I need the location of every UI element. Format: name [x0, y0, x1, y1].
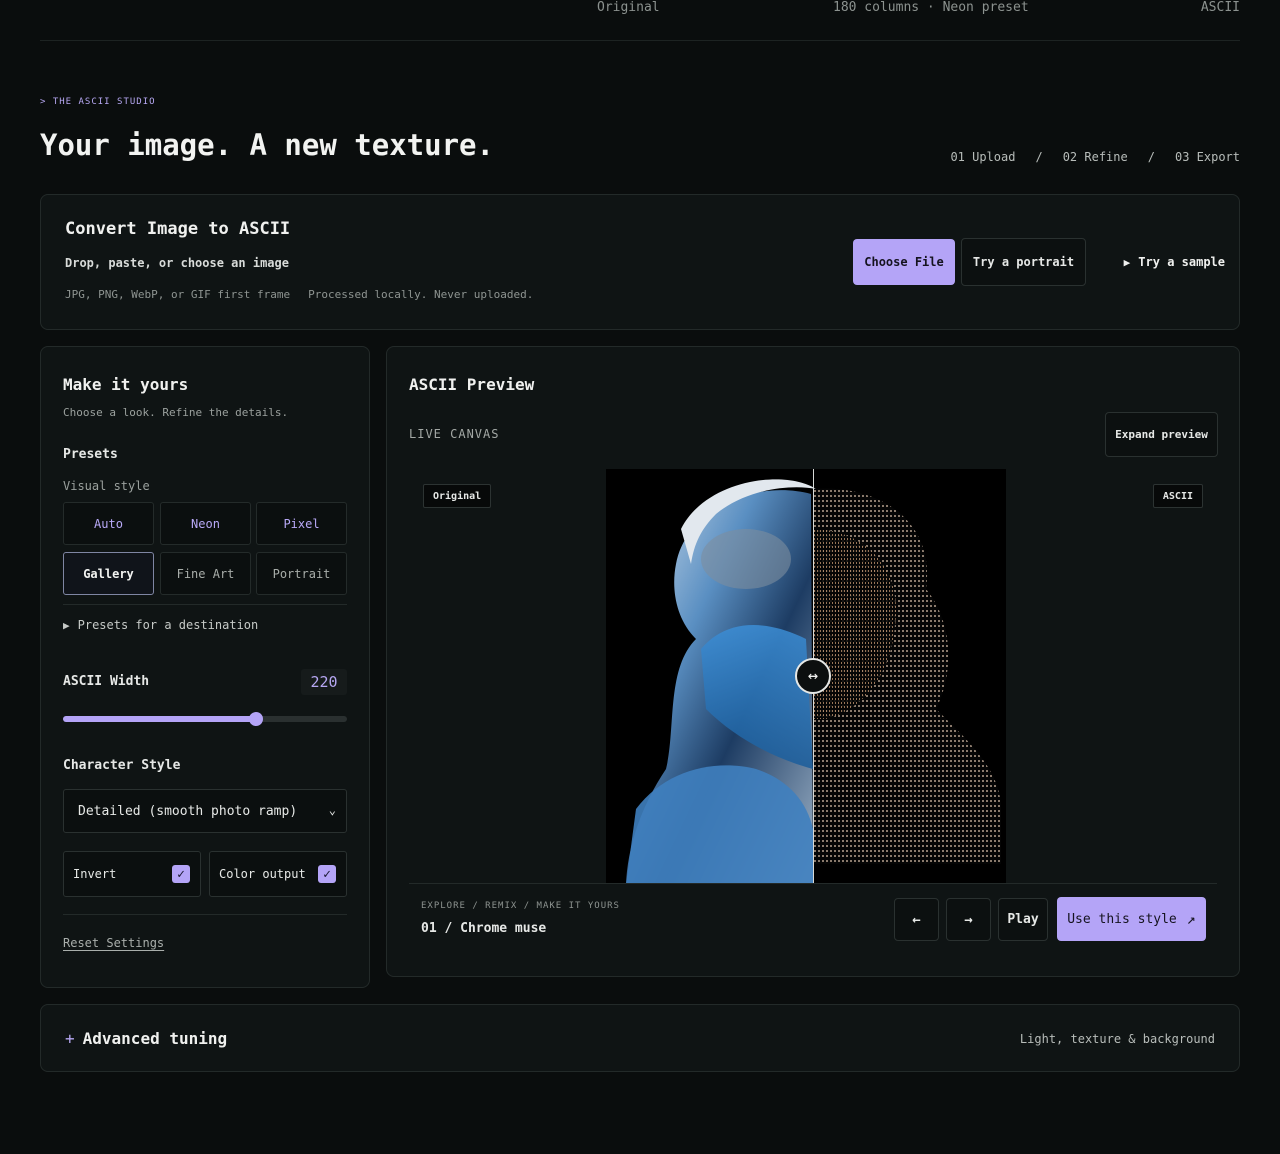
live-canvas-label: LIVE CANVAS — [409, 427, 500, 441]
slide-title: 01 / Chrome muse — [421, 921, 547, 936]
reset-settings-link[interactable]: Reset Settings — [63, 936, 164, 950]
color-output-toggle[interactable]: Color output ✓ — [209, 851, 347, 897]
topbar-ascii-label: ASCII — [1200, 0, 1240, 15]
slider-thumb[interactable] — [249, 712, 264, 726]
step-separator: / — [1147, 150, 1155, 164]
explore-breadcrumb: EXPLORE / REMIX / MAKE IT YOURS — [421, 901, 620, 911]
divider — [63, 604, 347, 605]
upload-meta: JPG, PNG, WebP, or GIF first frame Proce… — [65, 288, 533, 301]
controls-subtitle: Choose a look. Refine the details. — [63, 406, 289, 419]
upload-formats: JPG, PNG, WebP, or GIF first frame — [65, 288, 291, 301]
controls-title: Make it yours — [63, 375, 189, 394]
preset-neon[interactable]: Neon — [160, 502, 251, 545]
presets-label: Presets — [63, 447, 118, 462]
play-button[interactable]: Play — [998, 898, 1048, 941]
ascii-tag: ASCII — [1152, 484, 1203, 508]
preset-pixel[interactable]: Pixel — [256, 502, 347, 545]
try-sample-label: Try a sample — [1138, 255, 1225, 269]
upload-subtitle: Drop, paste, or choose an image — [65, 256, 289, 270]
step-upload: 01 Upload — [950, 150, 1016, 164]
previous-button[interactable]: ← — [894, 898, 939, 941]
divider — [63, 914, 347, 915]
eyebrow: > THE ASCII STUDIO — [40, 97, 156, 107]
slider-fill — [63, 716, 257, 722]
invert-label: Invert — [73, 867, 117, 881]
top-bar: Original 180 columns · Neon preset ASCII — [40, 0, 1240, 41]
ascii-width-value[interactable]: 220 — [301, 669, 347, 695]
page-title: Your image. A new texture. — [40, 128, 494, 162]
chevron-down-icon: ⌄ — [328, 803, 336, 817]
topbar-columns-label: 180 columns · Neon preset — [833, 0, 1029, 15]
step-separator: / — [1035, 150, 1043, 164]
color-output-label: Color output — [219, 867, 306, 881]
invert-checkbox[interactable]: ✓ — [172, 865, 190, 883]
destination-presets-label: Presets for a destination — [77, 618, 259, 632]
use-style-label: Use this style — [1067, 911, 1177, 927]
choose-file-button[interactable]: Choose File — [853, 239, 955, 285]
upload-privacy: Processed locally. Never uploaded. — [308, 288, 534, 301]
play-icon: ▶ — [1123, 255, 1131, 269]
advanced-tuning-panel[interactable]: + Advanced tuning Light, texture & backgr… — [40, 1004, 1240, 1072]
expand-preview-button[interactable]: Expand preview — [1105, 412, 1218, 457]
color-output-checkbox[interactable]: ✓ — [318, 865, 336, 883]
steps-breadcrumb: 01 Upload / 02 Refine / 03 Export — [950, 150, 1240, 164]
original-tag: Original — [423, 484, 492, 508]
plus-icon: + — [65, 1029, 75, 1048]
preset-auto[interactable]: Auto — [63, 502, 154, 545]
next-button[interactable]: → — [946, 898, 991, 941]
triangle-right-icon: ▶ — [63, 619, 70, 632]
step-refine: 02 Refine — [1062, 150, 1128, 164]
character-style-label: Character Style — [63, 758, 181, 773]
try-portrait-button[interactable]: Try a portrait — [961, 238, 1086, 286]
preview-title: ASCII Preview — [409, 375, 535, 394]
preset-portrait[interactable]: Portrait — [256, 552, 347, 595]
upload-card[interactable]: Convert Image to ASCII Drop, paste, or c… — [40, 194, 1240, 330]
advanced-tuning-hint: Light, texture & background — [1019, 1032, 1215, 1046]
upload-title: Convert Image to ASCII — [65, 219, 291, 239]
preset-gallery[interactable]: Gallery — [63, 552, 154, 595]
try-sample-button[interactable]: ▶ Try a sample — [1101, 241, 1225, 283]
preview-panel: ASCII Preview LIVE CANVAS Expand preview — [386, 346, 1240, 977]
invert-toggle[interactable]: Invert ✓ — [63, 851, 201, 897]
controls-panel: Make it yours Choose a look. Refine the … — [40, 346, 370, 988]
ascii-width-label: ASCII Width — [63, 674, 150, 689]
compare-handle-icon[interactable]: ↔ — [795, 658, 831, 694]
use-style-button[interactable]: Use this style ↗ — [1057, 897, 1206, 941]
divider — [409, 883, 1217, 884]
destination-presets-toggle[interactable]: ▶ Presets for a destination — [63, 618, 258, 632]
arrow-up-right-icon: ↗ — [1186, 910, 1196, 928]
character-style-select[interactable]: Detailed (smooth photo ramp) ⌄ — [63, 789, 347, 833]
advanced-tuning-toggle[interactable]: + Advanced tuning — [65, 1029, 227, 1048]
topbar-original-label: Original — [597, 0, 660, 15]
step-export: 03 Export — [1174, 150, 1240, 164]
ascii-width-slider[interactable] — [63, 712, 347, 726]
visual-style-label: Visual style — [63, 479, 150, 493]
character-style-value: Detailed (smooth photo ramp) — [78, 803, 298, 819]
advanced-tuning-label: Advanced tuning — [82, 1029, 228, 1048]
preset-fine-art[interactable]: Fine Art — [160, 552, 251, 595]
